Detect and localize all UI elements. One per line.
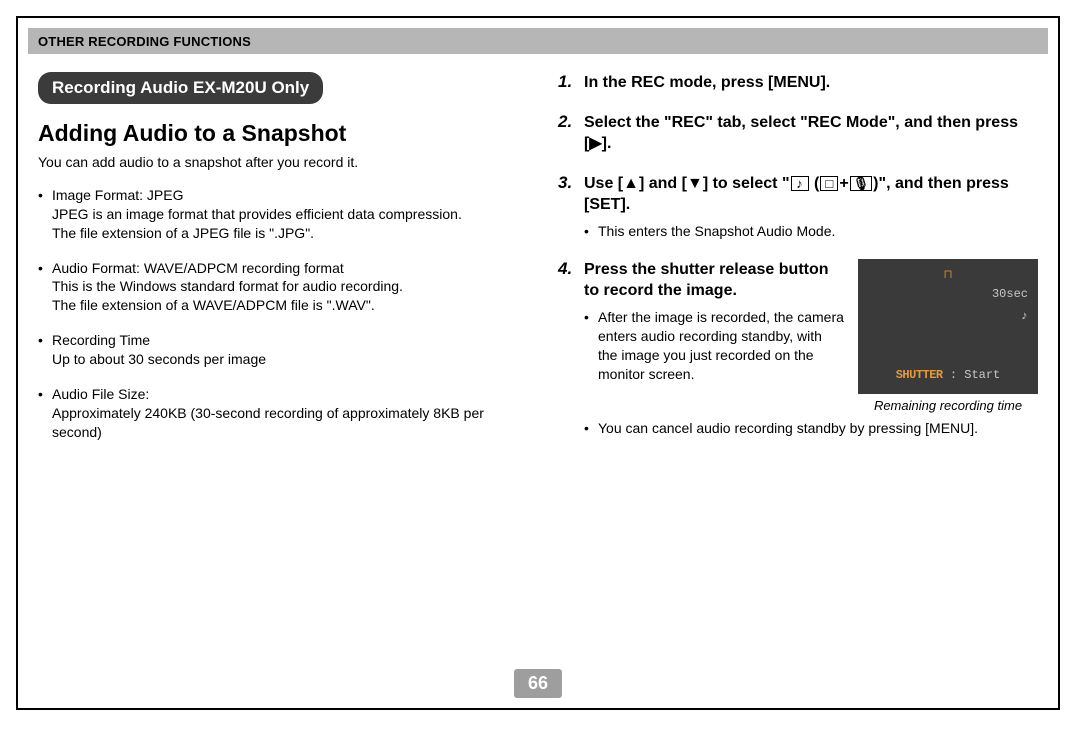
- step-text: ].: [602, 135, 612, 152]
- lcd-bottom-line: SHUTTER : Start: [896, 368, 1001, 382]
- step-title: Select the "REC" tab, select "REC Mode",…: [584, 112, 1038, 155]
- feature-pill: Recording Audio EX-M20U Only: [38, 72, 323, 104]
- list-item: Image Format: JPEG JPEG is an image form…: [38, 186, 518, 243]
- spec-lead: Audio File Size:: [52, 386, 149, 402]
- lcd-mode-icon: ♪: [1021, 309, 1028, 323]
- page-number: 66: [514, 669, 562, 698]
- step-text: ] and [: [639, 175, 687, 192]
- lcd-start-label: : Start: [950, 368, 1000, 382]
- step-title: Press the shutter release button to reco…: [584, 259, 844, 302]
- step-sublist: This enters the Snapshot Audio Mode.: [584, 222, 1038, 241]
- left-column: Recording Audio EX-M20U Only Adding Audi…: [38, 72, 518, 458]
- section-header-text: OTHER RECORDING FUNCTIONS: [38, 34, 251, 49]
- step-sub-item: This enters the Snapshot Audio Mode.: [584, 222, 1038, 241]
- lcd-timer-text: 30sec: [992, 287, 1028, 301]
- mic-icon: 🎙: [850, 176, 873, 191]
- step-title: Use [▲] and [▼] to select "♪ (□+🎙)", and…: [584, 173, 1038, 216]
- step-item: Press the shutter release button to reco…: [558, 259, 1038, 438]
- step-sub-item: After the image is recorded, the camera …: [584, 308, 844, 384]
- list-item: Audio File Size: Approximately 240KB (30…: [38, 385, 518, 442]
- page-frame: OTHER RECORDING FUNCTIONS Recording Audi…: [16, 16, 1060, 710]
- left-intro: You can add audio to a snapshot after yo…: [38, 153, 518, 172]
- steps-list: In the REC mode, press [MENU]. Select th…: [558, 72, 1038, 438]
- spec-lead: Audio Format: WAVE/ADPCM recording forma…: [52, 260, 344, 276]
- step-sublist: After the image is recorded, the camera …: [584, 308, 844, 384]
- list-item: Audio Format: WAVE/ADPCM recording forma…: [38, 259, 518, 316]
- step-sub-item: You can cancel audio recording standby b…: [584, 419, 1038, 438]
- spec-lead: Recording Time: [52, 332, 150, 348]
- step-text: In the REC mode, press [MENU].: [584, 74, 830, 91]
- lcd-caption: Remaining recording time: [858, 398, 1038, 413]
- step-item: In the REC mode, press [MENU].: [558, 72, 1038, 94]
- step-text: +: [839, 175, 848, 192]
- content-columns: Recording Audio EX-M20U Only Adding Audi…: [18, 54, 1058, 458]
- step-item: Select the "REC" tab, select "REC Mode",…: [558, 112, 1038, 155]
- spec-body: Approximately 240KB (30-second recording…: [52, 405, 484, 440]
- step4-left: Press the shutter release button to reco…: [584, 259, 844, 413]
- spec-lead: Image Format: JPEG: [52, 187, 183, 203]
- section-header-bar: OTHER RECORDING FUNCTIONS: [28, 28, 1048, 54]
- step-item: Use [▲] and [▼] to select "♪ (□+🎙)", and…: [558, 173, 1038, 241]
- step-sublist: You can cancel audio recording standby b…: [584, 419, 1038, 438]
- spec-body: JPEG is an image format that provides ef…: [52, 206, 462, 241]
- step-text: (: [810, 175, 820, 192]
- lcd-mic-icon: ⊓: [943, 267, 952, 282]
- step-title: In the REC mode, press [MENU].: [584, 72, 1038, 94]
- spec-list: Image Format: JPEG JPEG is an image form…: [38, 186, 518, 442]
- triangle-up-icon: ▲: [623, 175, 639, 192]
- step-text: Select the "REC" tab, select "REC Mode",…: [584, 114, 1018, 153]
- step-text: ] to select ": [703, 175, 790, 192]
- lcd-screen: ⊓ 30sec ♪ SHUTTER : Start: [858, 259, 1038, 394]
- triangle-right-icon: ▶: [589, 135, 601, 152]
- spec-body: Up to about 30 seconds per image: [52, 351, 266, 367]
- list-item: Recording Time Up to about 30 seconds pe…: [38, 331, 518, 369]
- left-heading: Adding Audio to a Snapshot: [38, 120, 518, 147]
- right-column: In the REC mode, press [MENU]. Select th…: [558, 72, 1038, 458]
- spec-body: This is the Windows standard format for …: [52, 278, 403, 313]
- mic-mode-icon: ♪: [791, 176, 809, 191]
- step4-row: Press the shutter release button to reco…: [584, 259, 1038, 413]
- step-text: Use [: [584, 175, 623, 192]
- lcd-shutter-label: SHUTTER: [896, 368, 943, 382]
- lcd-preview-block: ⊓ 30sec ♪ SHUTTER : Start Remaining reco…: [858, 259, 1038, 413]
- triangle-down-icon: ▼: [687, 175, 703, 192]
- camera-icon: □: [820, 176, 838, 191]
